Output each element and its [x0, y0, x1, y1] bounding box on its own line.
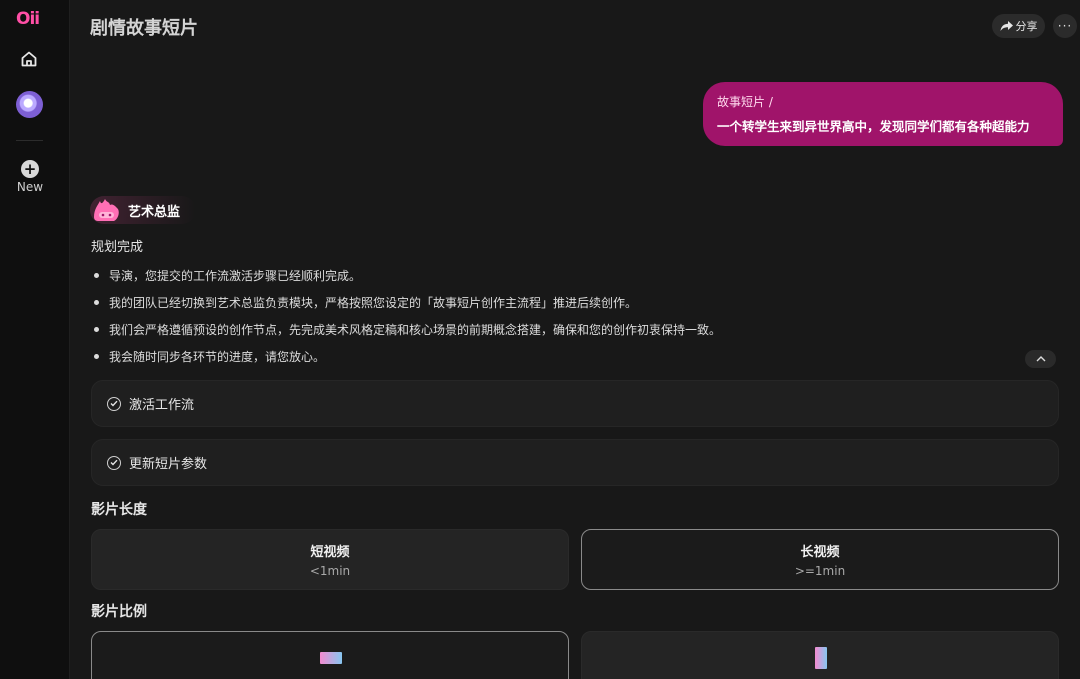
art-director-icon [94, 199, 119, 221]
more-options-button[interactable]: ··· [1053, 14, 1077, 38]
list-item: 我会随时同步各环节的进度，请您放心。 [94, 348, 721, 375]
plan-status: 规划完成 [91, 240, 144, 255]
plan-bullet-list: 导演，您提交的工作流激活步骤已经顺利完成。 我的团队已经切换到艺术总监负责模块，… [94, 267, 721, 375]
step-activate-workflow[interactable]: 激活工作流 [91, 380, 1059, 427]
new-button[interactable]: + New [10, 160, 50, 194]
step-update-params[interactable]: 更新短片参数 [91, 439, 1059, 486]
home-icon[interactable] [18, 48, 40, 70]
ratio-option-portrait[interactable] [581, 631, 1059, 679]
portrait-ratio-icon [815, 647, 827, 669]
check-icon [107, 396, 121, 411]
length-option-long[interactable]: 长视频 >=1min [581, 529, 1059, 590]
option-sub: <1min [309, 564, 351, 578]
more-icon: ··· [1057, 19, 1073, 33]
step-label: 更新短片参数 [129, 457, 208, 472]
share-icon [1000, 20, 1013, 31]
list-item: 我的团队已经切换到艺术总监负责模块，严格按照您设定的「故事短片创作主流程」推进后… [94, 294, 721, 321]
share-button[interactable]: 分享 [992, 14, 1045, 38]
bullet-text: 我们会严格遵循预设的创作节点，先完成美术风格定稿和核心场景的前期概念搭建，确保和… [109, 323, 722, 337]
bullet-text: 导演，您提交的工作流激活步骤已经顺利完成。 [109, 269, 362, 283]
new-label: New [16, 180, 44, 194]
option-title: 长视频 [800, 545, 840, 560]
check-icon [107, 455, 121, 470]
bullet-dot [94, 300, 99, 305]
prompt-text: 一个转学生来到异世界高中，发现同学们都有各种超能力 [717, 119, 1030, 134]
collapse-button[interactable] [1025, 350, 1056, 368]
ratio-section-title: 影片比例 [91, 604, 147, 620]
list-item: 我们会严格遵循预设的创作节点，先完成美术风格定稿和核心场景的前期概念搭建，确保和… [94, 321, 721, 348]
bullet-dot [94, 354, 99, 359]
length-section-title: 影片长度 [91, 502, 147, 518]
bullet-dot [94, 327, 99, 332]
app-logo[interactable]: Oii [16, 9, 40, 29]
agent-badge: 艺术总监 [90, 196, 197, 224]
user-prompt-bubble: 故事短片 / 一个转学生来到异世界高中，发现同学们都有各种超能力 [703, 82, 1063, 146]
profile-avatar[interactable] [16, 91, 43, 118]
page-title: 剧情故事短片 [90, 18, 198, 39]
bullet-text: 我会随时同步各环节的进度，请您放心。 [109, 350, 326, 364]
length-option-short[interactable]: 短视频 <1min [91, 529, 569, 590]
bullet-text: 我的团队已经切换到艺术总监负责模块，严格按照您设定的「故事短片创作主流程」推进后… [109, 296, 638, 310]
prompt-tag: 故事短片 / [717, 95, 773, 109]
agent-name: 艺术总监 [128, 204, 181, 220]
option-title: 短视频 [310, 545, 350, 560]
ratio-option-landscape[interactable] [91, 631, 569, 679]
option-sub: >=1min [794, 564, 846, 578]
step-label: 激活工作流 [129, 398, 195, 413]
sidebar-divider [16, 140, 43, 141]
landscape-ratio-icon [320, 652, 342, 664]
list-item: 导演，您提交的工作流激活步骤已经顺利完成。 [94, 267, 721, 294]
share-label: 分享 [1015, 20, 1038, 33]
chevron-up-icon [1036, 356, 1045, 362]
bullet-dot [94, 273, 99, 278]
sidebar: Oii + New [0, 0, 70, 679]
plus-icon: + [21, 160, 39, 178]
